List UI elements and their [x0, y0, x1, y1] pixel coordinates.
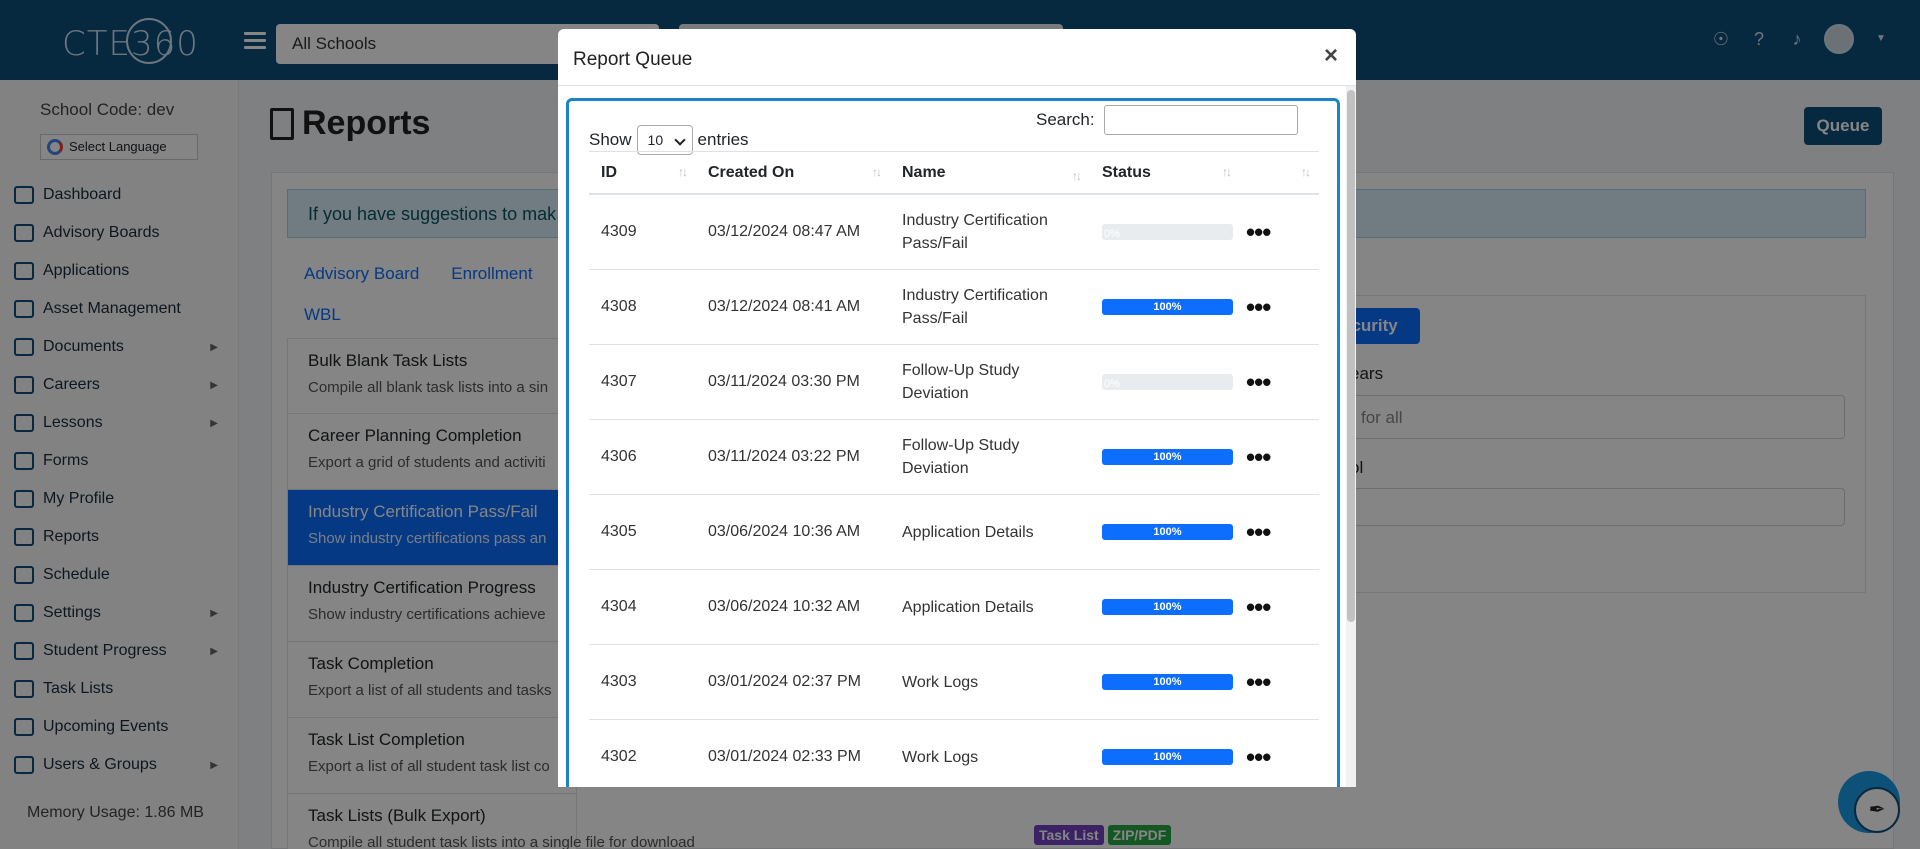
- cell-id: 4306: [601, 448, 637, 465]
- cell-name: Application Details: [902, 598, 1034, 616]
- col-name[interactable]: Name ↑↓: [890, 152, 1090, 193]
- table-row: 4308 03/12/2024 08:41 AM Industry Certific…: [589, 270, 1319, 345]
- cell-status: 0%: [1090, 374, 1240, 390]
- sort-icon: ↑↓: [678, 165, 688, 179]
- sort-icon: ↑↓: [872, 165, 882, 179]
- col-id[interactable]: ID ↑↓: [589, 152, 696, 193]
- modal-title: Report Queue: [573, 49, 693, 70]
- more-dots-icon[interactable]: •••: [1240, 519, 1319, 545]
- sort-icon: ↑↓: [1072, 169, 1082, 183]
- cell-status: 100%: [1090, 449, 1240, 465]
- progress-bar: 0%: [1102, 224, 1233, 240]
- cell-id: 4302: [601, 748, 637, 765]
- table-row: 4307 03/11/2024 03:30 PM Follow-Up Study D…: [589, 345, 1319, 420]
- cell-created-on: 03/06/2024 10:32 AM: [708, 598, 861, 615]
- cell-name: Follow-Up Study Deviation: [902, 362, 1020, 402]
- table-row: 4302 03/01/2024 02:33 PM Work Logs 100% •••: [589, 720, 1319, 787]
- search-input[interactable]: [1104, 105, 1298, 135]
- more-dots-icon[interactable]: •••: [1240, 369, 1319, 395]
- progress-label: 0%: [1104, 228, 1120, 240]
- table-row: 4303 03/01/2024 02:37 PM Work Logs 100% •••: [589, 645, 1319, 720]
- cell-id: 4305: [601, 523, 637, 540]
- cell-name: Application Details: [902, 523, 1034, 541]
- report-queue-modal: Report Queue × Show 10 entries Search: I…: [558, 29, 1356, 787]
- progress-bar: 100%: [1102, 524, 1233, 540]
- col-actions[interactable]: ↑↓: [1240, 152, 1319, 193]
- queue-table: ID ↑↓ Created On ↑↓ Name ↑↓ Status ↑↓ ↑↓ 430…: [589, 151, 1319, 787]
- cell-name: Work Logs: [902, 748, 979, 766]
- col-created-on[interactable]: Created On ↑↓: [696, 152, 890, 193]
- search-label: Search:: [1036, 110, 1095, 129]
- more-dots-icon[interactable]: •••: [1240, 744, 1319, 770]
- more-dots-icon[interactable]: •••: [1240, 594, 1319, 620]
- cell-created-on: 03/06/2024 10:36 AM: [708, 523, 861, 540]
- modal-header: Report Queue ×: [558, 29, 1356, 86]
- cell-status: 100%: [1090, 674, 1240, 690]
- progress-label: 0%: [1104, 378, 1120, 390]
- progress-fill: 100%: [1102, 299, 1233, 315]
- more-dots-icon[interactable]: •••: [1240, 444, 1319, 470]
- cell-created-on: 03/11/2024 03:22 PM: [708, 448, 860, 465]
- cell-created-on: 03/12/2024 08:47 AM: [708, 223, 861, 240]
- progress-bar: 100%: [1102, 449, 1233, 465]
- progress-fill: 100%: [1102, 674, 1233, 690]
- table-row: 4305 03/06/2024 10:36 AM Application Detai…: [589, 495, 1319, 570]
- more-dots-icon[interactable]: •••: [1240, 219, 1319, 245]
- more-dots-icon[interactable]: •••: [1240, 294, 1319, 320]
- more-dots-icon[interactable]: •••: [1240, 669, 1319, 695]
- cell-created-on: 03/01/2024 02:37 PM: [708, 673, 862, 690]
- cell-id: 4304: [601, 598, 637, 615]
- cell-id: 4303: [601, 673, 637, 690]
- cell-name: Follow-Up Study Deviation: [902, 437, 1020, 477]
- col-status[interactable]: Status ↑↓: [1090, 152, 1240, 193]
- cell-status: 100%: [1090, 749, 1240, 765]
- cell-created-on: 03/01/2024 02:33 PM: [708, 748, 862, 765]
- table-row: 4306 03/11/2024 03:22 PM Follow-Up Study D…: [589, 420, 1319, 495]
- cell-status: 100%: [1090, 524, 1240, 540]
- progress-fill: 100%: [1102, 749, 1233, 765]
- table-header: ID ↑↓ Created On ↑↓ Name ↑↓ Status ↑↓ ↑↓: [589, 151, 1319, 195]
- cell-status: 100%: [1090, 299, 1240, 315]
- progress-fill: 100%: [1102, 449, 1233, 465]
- cell-created-on: 03/11/2024 03:30 PM: [708, 373, 860, 390]
- cell-id: 4307: [601, 373, 637, 390]
- entries-label: entries: [697, 130, 749, 149]
- progress-fill: 100%: [1102, 599, 1233, 615]
- cell-id: 4309: [601, 223, 637, 240]
- cell-id: 4308: [601, 298, 637, 315]
- table-body: 4309 03/12/2024 08:47 AM Industry Certific…: [589, 195, 1319, 787]
- cell-status: 0%: [1090, 224, 1240, 240]
- table-row: 4304 03/06/2024 10:32 AM Application Detai…: [589, 570, 1319, 645]
- cell-created-on: 03/12/2024 08:41 AM: [708, 298, 861, 315]
- close-icon[interactable]: ×: [1324, 43, 1338, 69]
- cell-name: Industry Certification Pass/Fail: [902, 212, 1048, 252]
- cell-name: Industry Certification Pass/Fail: [902, 287, 1048, 327]
- show-label: Show: [589, 130, 632, 149]
- progress-fill: 100%: [1102, 524, 1233, 540]
- cell-status: 100%: [1090, 599, 1240, 615]
- progress-bar: 100%: [1102, 749, 1233, 765]
- progress-bar: 0%: [1102, 374, 1233, 390]
- progress-bar: 100%: [1102, 599, 1233, 615]
- progress-bar: 100%: [1102, 299, 1233, 315]
- modal-scrollbar-thumb[interactable]: [1347, 90, 1355, 622]
- cell-name: Work Logs: [902, 673, 979, 691]
- table-row: 4309 03/12/2024 08:47 AM Industry Certific…: [589, 195, 1319, 270]
- sort-icon: ↑↓: [1222, 165, 1232, 179]
- sort-icon: ↑↓: [1301, 165, 1311, 179]
- progress-bar: 100%: [1102, 674, 1233, 690]
